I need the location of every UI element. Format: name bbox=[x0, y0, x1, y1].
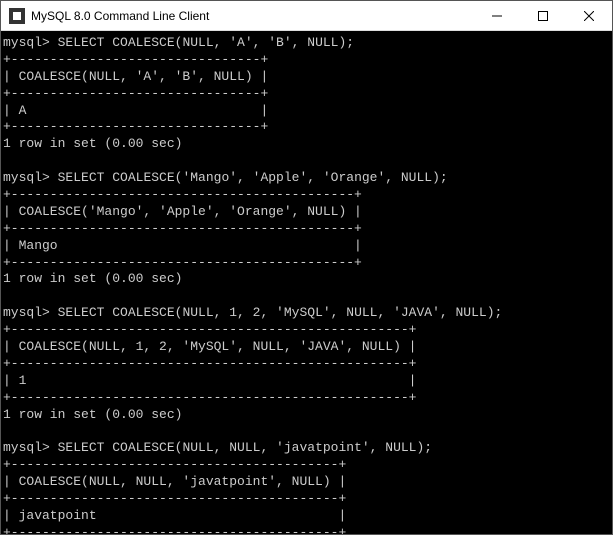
close-button[interactable] bbox=[566, 1, 612, 30]
title-bar: MySQL 8.0 Command Line Client bbox=[1, 1, 612, 31]
result-footer: 1 row in set (0.00 sec) bbox=[3, 407, 182, 422]
query-line-3: mysql> SELECT COALESCE(NULL, 1, 2, 'MySQ… bbox=[3, 305, 502, 320]
table-border: +--------------------------------+ bbox=[3, 52, 268, 67]
table-border: +---------------------------------------… bbox=[3, 221, 362, 236]
table-border: +---------------------------------------… bbox=[3, 356, 416, 371]
app-icon bbox=[9, 8, 25, 24]
table-border: +--------------------------------+ bbox=[3, 119, 268, 134]
table-border: +---------------------------------------… bbox=[3, 525, 346, 534]
table-header: | COALESCE(NULL, NULL, 'javatpoint', NUL… bbox=[3, 474, 346, 489]
window-title: MySQL 8.0 Command Line Client bbox=[31, 9, 474, 23]
table-border: +---------------------------------------… bbox=[3, 255, 362, 270]
maximize-button[interactable] bbox=[520, 1, 566, 30]
result-footer: 1 row in set (0.00 sec) bbox=[3, 136, 182, 151]
terminal-output[interactable]: mysql> SELECT COALESCE(NULL, 'A', 'B', N… bbox=[1, 31, 612, 534]
table-border: +---------------------------------------… bbox=[3, 322, 416, 337]
table-row: | javatpoint | bbox=[3, 508, 346, 523]
table-border: +---------------------------------------… bbox=[3, 390, 416, 405]
table-header: | COALESCE(NULL, 1, 2, 'MySQL', NULL, 'J… bbox=[3, 339, 416, 354]
table-row: | 1 | bbox=[3, 373, 416, 388]
query-line-2: mysql> SELECT COALESCE('Mango', 'Apple',… bbox=[3, 170, 448, 185]
table-border: +---------------------------------------… bbox=[3, 457, 346, 472]
table-border: +--------------------------------+ bbox=[3, 86, 268, 101]
query-line-1: mysql> SELECT COALESCE(NULL, 'A', 'B', N… bbox=[3, 35, 354, 50]
table-border: +---------------------------------------… bbox=[3, 491, 346, 506]
result-footer: 1 row in set (0.00 sec) bbox=[3, 271, 182, 286]
table-header: | COALESCE('Mango', 'Apple', 'Orange', N… bbox=[3, 204, 362, 219]
window-controls bbox=[474, 1, 612, 30]
table-header: | COALESCE(NULL, 'A', 'B', NULL) | bbox=[3, 69, 268, 84]
table-border: +---------------------------------------… bbox=[3, 187, 362, 202]
table-row: | A | bbox=[3, 103, 268, 118]
query-line-4: mysql> SELECT COALESCE(NULL, NULL, 'java… bbox=[3, 440, 432, 455]
minimize-button[interactable] bbox=[474, 1, 520, 30]
table-row: | Mango | bbox=[3, 238, 362, 253]
